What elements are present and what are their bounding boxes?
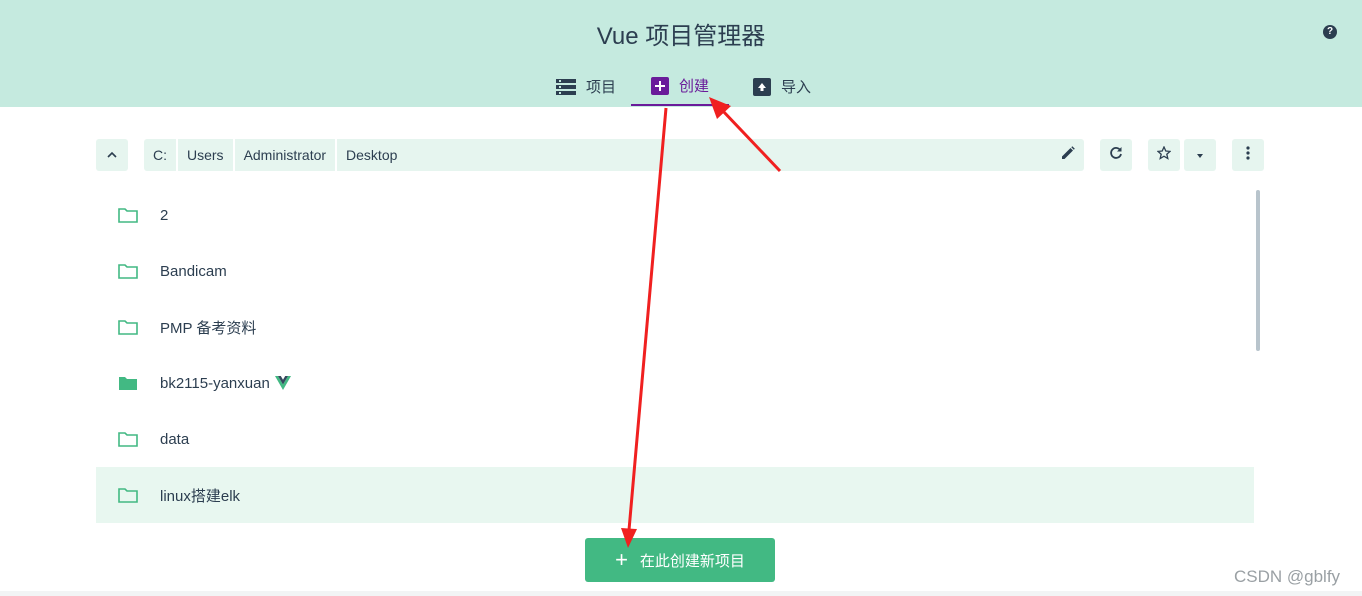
annotation-arrows (621, 97, 782, 548)
annotation-arrow-to-create-tab (709, 97, 782, 173)
annotation-arrow-to-create-button (621, 107, 668, 548)
